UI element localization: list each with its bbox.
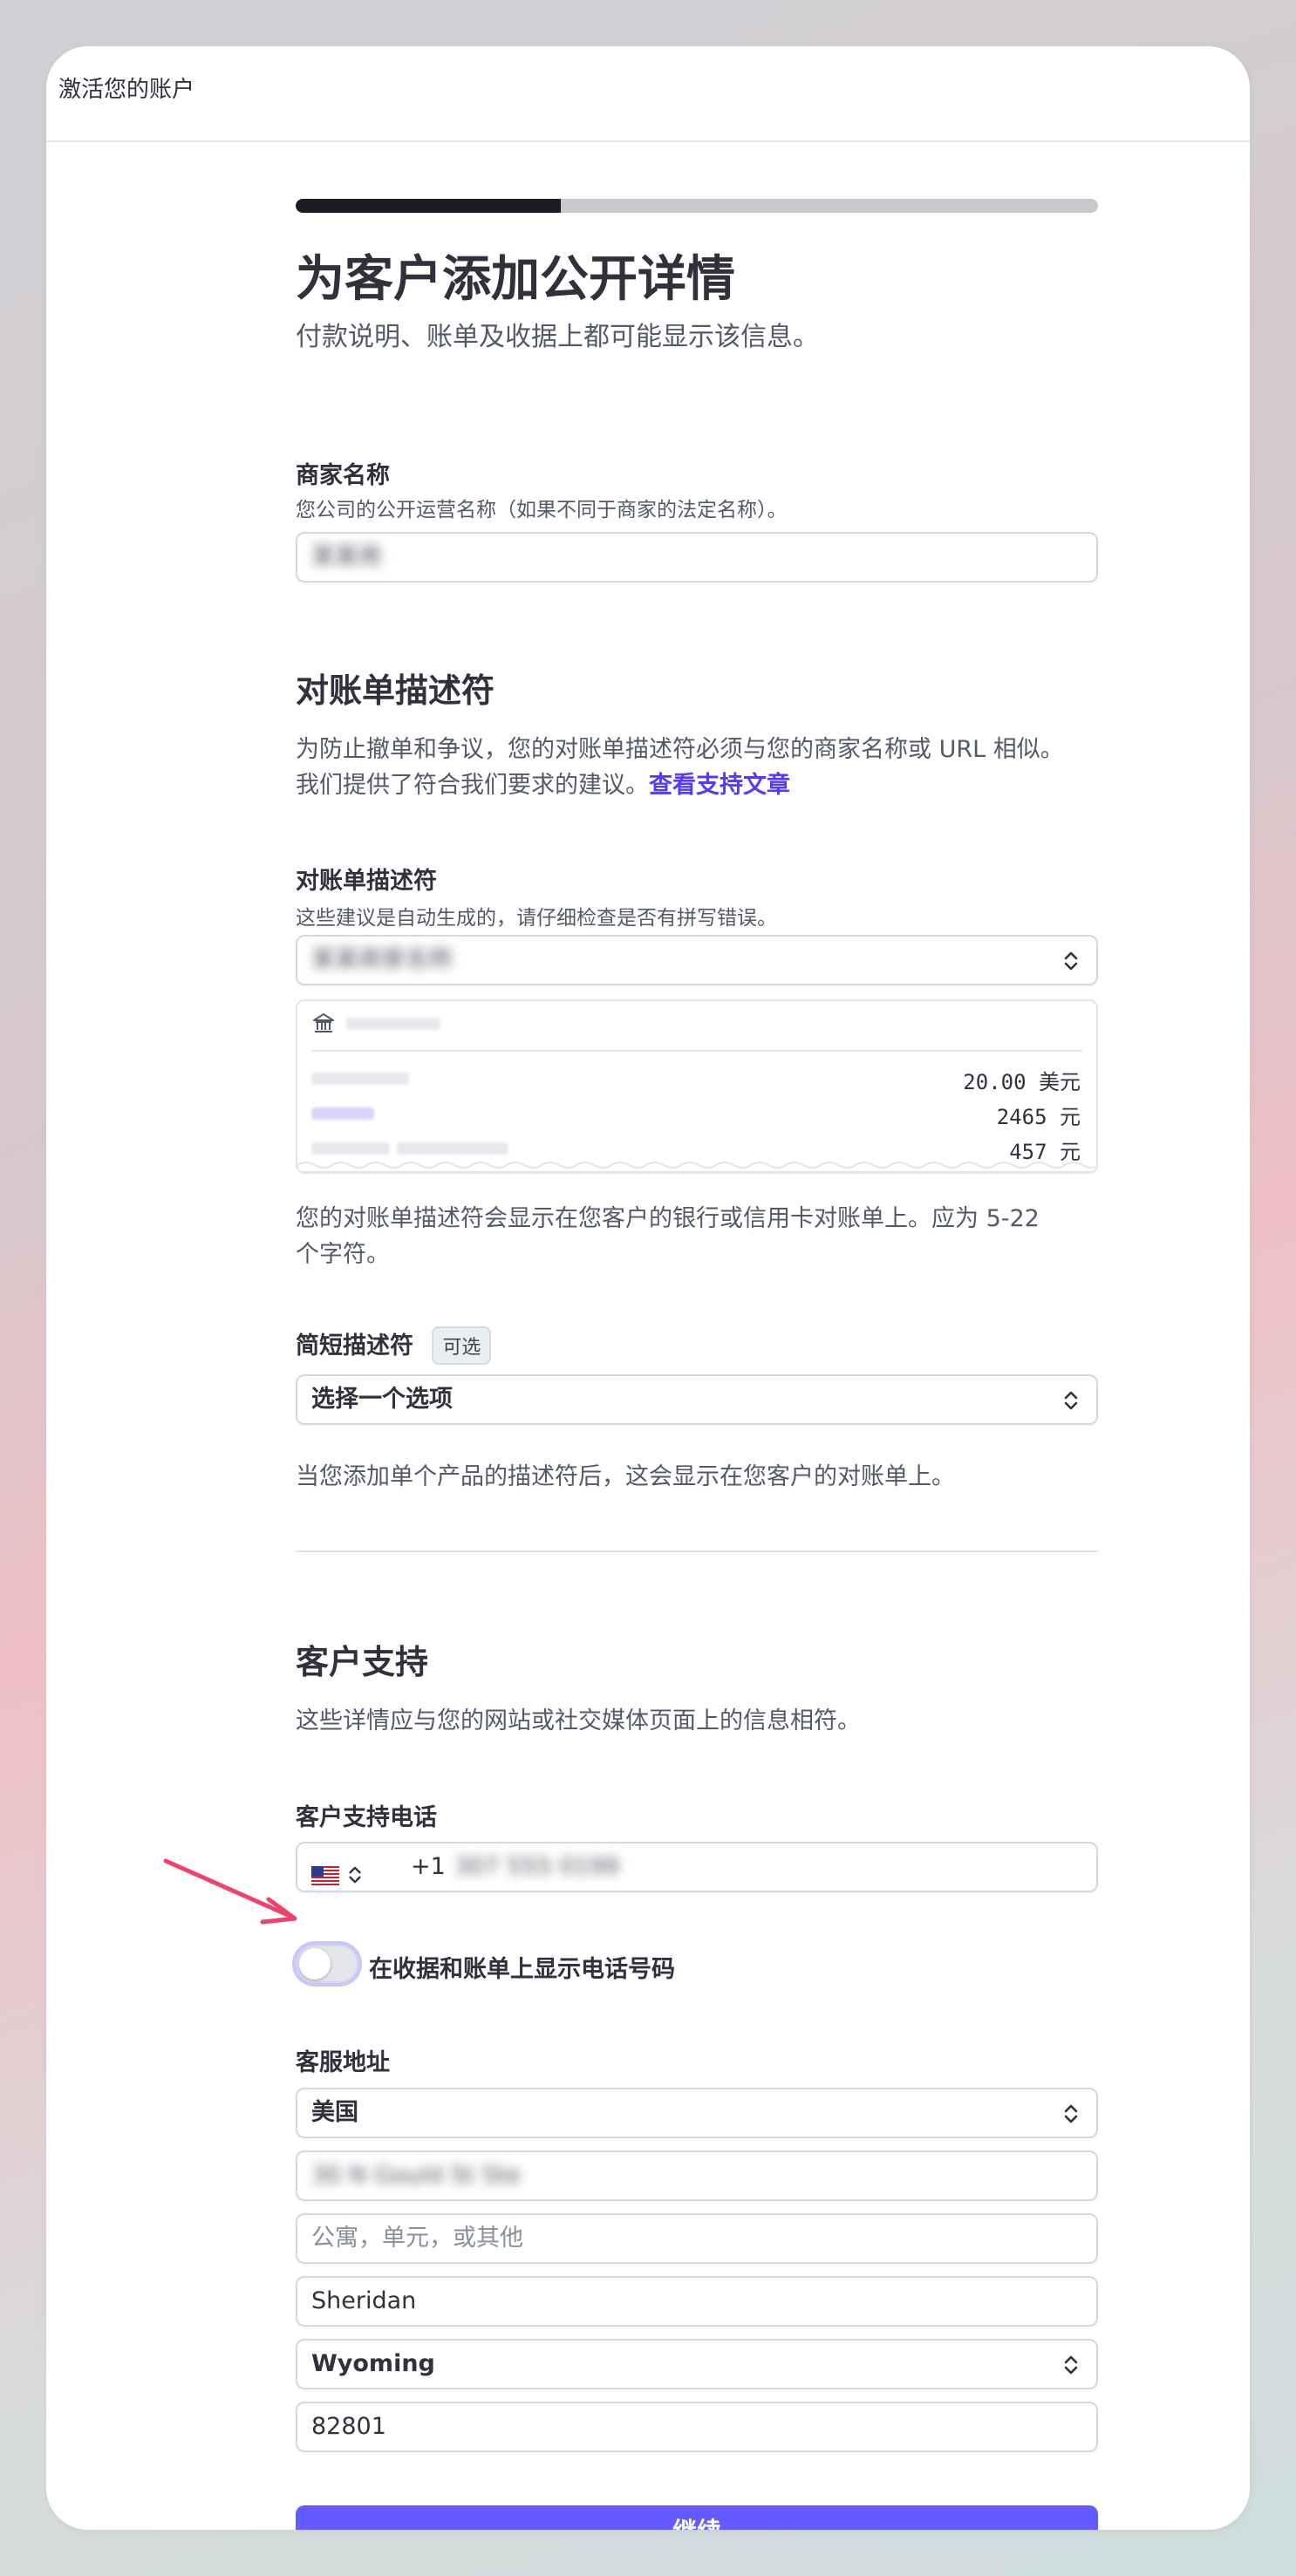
short-descriptor-label-text: 简短描述符 bbox=[296, 1332, 413, 1360]
city-value: Sheridan bbox=[311, 2287, 417, 2314]
statement-desc-line2: 我们提供了符合我们要求的建议。 bbox=[296, 772, 649, 799]
window-header: 激活您的账户 bbox=[46, 46, 1250, 142]
state-value: Wyoming bbox=[311, 2350, 435, 2377]
business-name-value: 某某商 bbox=[311, 543, 382, 570]
support-section-description: 这些详情应与您的网站或社交媒体页面上的信息相符。 bbox=[296, 1707, 861, 1734]
toggle-track[interactable] bbox=[296, 1945, 358, 1983]
statement-descriptor-label: 对账单描述符 bbox=[296, 868, 437, 895]
short-descriptor-footnote: 当您添加单个产品的描述符后，这会显示在您客户的对账单上。 bbox=[296, 1463, 955, 1490]
continue-button[interactable]: 继续 bbox=[296, 2505, 1098, 2530]
statement-descriptor-value: 某某商家名称 bbox=[311, 946, 453, 973]
address-line1-value: 30 N Gould St Ste bbox=[311, 2162, 522, 2189]
country-value: 美国 bbox=[311, 2099, 358, 2126]
short-descriptor-select[interactable]: 选择一个选项 bbox=[296, 1374, 1098, 1425]
statement-descriptor-hint: 这些建议是自动生成的，请仔细检查是否有拼写错误。 bbox=[296, 907, 777, 930]
footnote-line2: 个字符。 bbox=[296, 1241, 390, 1268]
business-name-label: 商家名称 bbox=[296, 462, 390, 489]
support-phone-label: 客户支持电话 bbox=[296, 1804, 437, 1831]
country-code: +1 bbox=[411, 1853, 446, 1880]
preview-divider bbox=[311, 1050, 1082, 1052]
support-article-link[interactable]: 查看支持文章 bbox=[649, 772, 790, 799]
preview-amount: 2465 元 bbox=[996, 1105, 1081, 1129]
short-descriptor-value: 选择一个选项 bbox=[311, 1386, 453, 1413]
zip-input[interactable]: 82801 bbox=[296, 2402, 1098, 2452]
address-line1-input[interactable]: 30 N Gould St Ste bbox=[296, 2150, 1098, 2201]
statement-descriptor-footnote: 您的对账单描述符会显示在您客户的银行或信用卡对账单上。应为 5-22 个字符。 bbox=[296, 1201, 1098, 1272]
preview-line-placeholder bbox=[397, 1142, 508, 1155]
preview-line-placeholder bbox=[311, 1073, 409, 1085]
support-phone-field[interactable]: +1 307 555 0199 bbox=[296, 1842, 1098, 1892]
statement-section-description: 为防止撤单和争议，您的对账单描述符必须与您的商家名称或 URL 相似。 我们提供… bbox=[296, 732, 1098, 803]
city-input[interactable]: Sheridan bbox=[296, 2276, 1098, 2327]
chevron-updown-icon bbox=[1061, 1388, 1081, 1413]
page-title: 为客户添加公开详情 bbox=[296, 251, 735, 308]
phone-number-value: 307 555 0199 bbox=[454, 1853, 619, 1880]
preview-amount: 20.00 美元 bbox=[963, 1070, 1081, 1094]
progress-bar bbox=[296, 199, 1098, 213]
section-divider bbox=[296, 1550, 1098, 1552]
statement-section-heading: 对账单描述符 bbox=[296, 671, 495, 710]
short-descriptor-label: 简短描述符 可选 bbox=[296, 1326, 492, 1365]
preview-merchant-placeholder bbox=[346, 1018, 440, 1030]
address-line2-placeholder: 公寓，单元，或其他 bbox=[311, 2225, 523, 2252]
business-name-hint: 您公司的公开运营名称（如果不同于商家的法定名称）。 bbox=[296, 499, 788, 521]
chevron-updown-icon bbox=[1061, 949, 1081, 973]
support-address-label: 客服地址 bbox=[296, 2049, 390, 2076]
statement-descriptor-select[interactable]: 某某商家名称 bbox=[296, 935, 1098, 985]
activation-window: 激活您的账户 为客户添加公开详情 付款说明、账单及收据上都可能显示该信息。 商家… bbox=[46, 46, 1250, 2530]
address-line2-input[interactable]: 公寓，单元，或其他 bbox=[296, 2213, 1098, 2264]
show-phone-toggle[interactable] bbox=[296, 1945, 358, 1983]
country-chevron-icon[interactable] bbox=[346, 1856, 364, 1903]
annotation-arrow-icon bbox=[163, 1858, 297, 1925]
optional-badge: 可选 bbox=[432, 1326, 492, 1365]
footnote-line1: 您的对账单描述符会显示在您客户的银行或信用卡对账单上。应为 5-22 bbox=[296, 1205, 1040, 1232]
page-subtitle: 付款说明、账单及收据上都可能显示该信息。 bbox=[296, 322, 819, 352]
progress-fill bbox=[296, 199, 561, 213]
statement-preview: 20.00 美元 2465 元 457 元 bbox=[296, 999, 1098, 1174]
window-title: 激活您的账户 bbox=[58, 77, 195, 103]
show-phone-toggle-label: 在收据和账单上显示电话号码 bbox=[369, 1956, 675, 1983]
country-select[interactable]: 美国 bbox=[296, 2088, 1098, 2138]
zip-value: 82801 bbox=[311, 2413, 386, 2440]
us-flag-icon[interactable] bbox=[311, 1857, 339, 1904]
business-name-input[interactable]: 某某商 bbox=[296, 532, 1098, 583]
bank-icon bbox=[311, 1012, 336, 1039]
support-section-heading: 客户支持 bbox=[296, 1643, 429, 1681]
state-select[interactable]: Wyoming bbox=[296, 2339, 1098, 2389]
chevron-updown-icon bbox=[1061, 2353, 1081, 2377]
preview-line-placeholder bbox=[311, 1107, 374, 1120]
preview-line-placeholder bbox=[311, 1142, 390, 1155]
toggle-knob bbox=[299, 1948, 331, 1980]
statement-desc-line1: 为防止撤单和争议，您的对账单描述符必须与您的商家名称或 URL 相似。 bbox=[296, 736, 1064, 763]
chevron-updown-icon bbox=[1061, 2102, 1081, 2126]
torn-edge bbox=[297, 1162, 1096, 1172]
